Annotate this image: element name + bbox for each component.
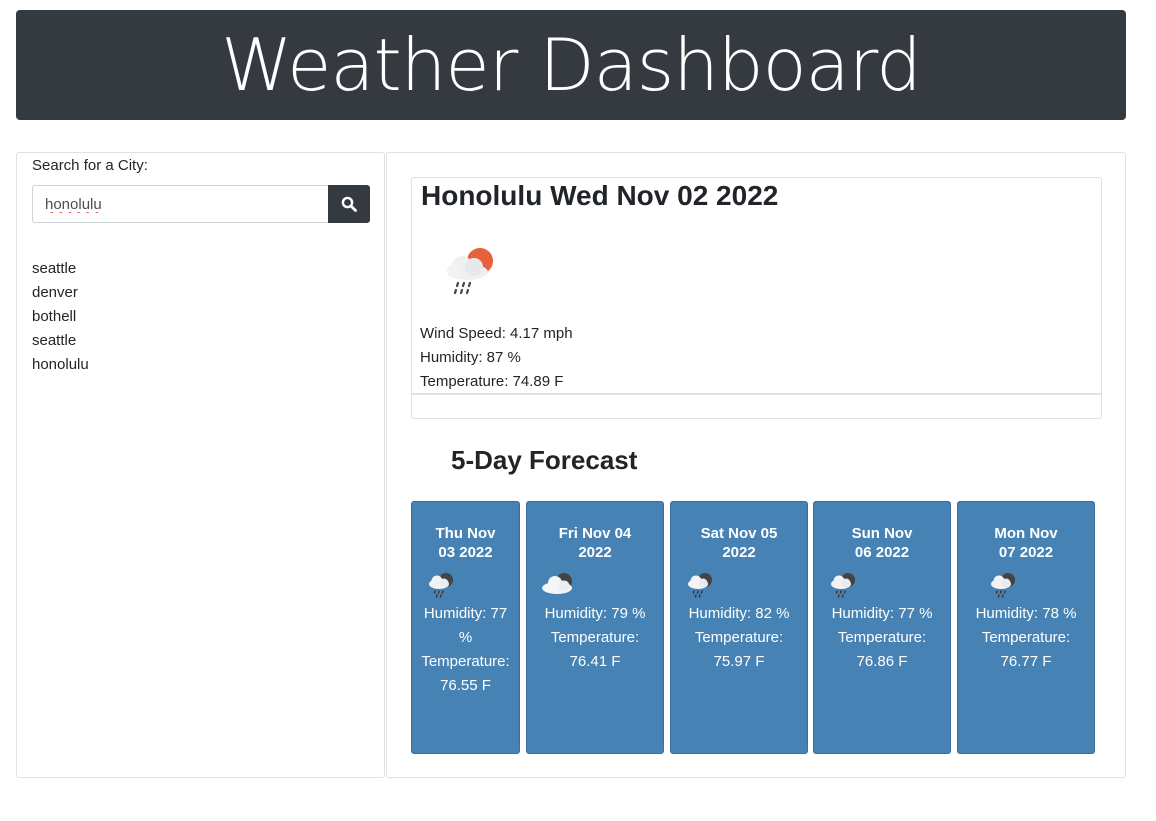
forecast-card: Fri Nov 04 2022 Humidity: 79 % Temperatu…: [526, 501, 664, 754]
forecast-humidity: Humidity: 77 %: [423, 605, 508, 646]
rain-cloud-icon: [429, 573, 453, 598]
forecast-date: Fri Nov 04 2022: [558, 525, 632, 561]
search-input[interactable]: [32, 185, 328, 223]
forecast-date: Mon Nov 07 2022: [994, 525, 1058, 561]
forecast-temperature: Temperature: 76.41 F: [550, 629, 640, 670]
search-button[interactable]: [328, 185, 370, 223]
forecast-temperature: Temperature: 75.97 F: [694, 629, 784, 670]
forecast-humidity: Humidity: 78 %: [975, 605, 1077, 622]
forecast-temperature: Temperature: 76.77 F: [981, 629, 1071, 670]
sun-cloud-rain-icon: [447, 248, 493, 295]
wind-speed: Wind Speed: 4.17 mph: [420, 325, 573, 342]
forecast-date: Sun Nov 06 2022: [851, 525, 913, 561]
humidity: Humidity: 87 %: [420, 349, 521, 366]
search-sidebar: Search for a City: seattle denver bothel…: [16, 152, 385, 778]
current-weather-card: Honolulu Wed Nov 02 2022 Wind Speed: 4.1…: [411, 177, 1102, 419]
forecast-temperature: Temperature: 76.86 F: [837, 629, 927, 670]
header-banner: Weather Dashboard: [16, 10, 1126, 120]
page-title: Weather Dashboard: [221, 23, 922, 107]
forecast-humidity: Humidity: 82 %: [688, 605, 790, 622]
forecast-card: Sat Nov 05 2022 Humidity: 82 % Temperatu…: [670, 501, 808, 754]
forecast-humidity: Humidity: 77 %: [831, 605, 933, 622]
history-item[interactable]: seattle: [32, 329, 89, 353]
rain-cloud-icon: [991, 573, 1015, 598]
card-divider: [412, 393, 1101, 395]
history-item[interactable]: denver: [32, 281, 89, 305]
forecast-humidity: Humidity: 79 %: [544, 605, 646, 622]
history-item[interactable]: bothell: [32, 305, 89, 329]
forecast-card: Sun Nov 06 2022 Humidity: 77 % Temperatu…: [813, 501, 951, 754]
current-stats: Wind Speed: 4.17 mph Humidity: 87 % Temp…: [420, 322, 573, 394]
forecast-temperature: Temperature: 76.55 F: [421, 653, 510, 694]
forecast-date: Thu Nov 03 2022: [435, 525, 496, 561]
search-label: Search for a City:: [32, 157, 148, 174]
forecast-card: Mon Nov 07 2022 Humidity: 78 % Temperatu…: [957, 501, 1095, 754]
current-city-date: Honolulu Wed Nov 02 2022: [421, 180, 779, 211]
history-item[interactable]: seattle: [32, 257, 89, 281]
forecast-title: 5-Day Forecast: [451, 445, 638, 475]
cloud-icon: [542, 573, 572, 594]
search-row: [32, 185, 370, 223]
rain-cloud-icon: [688, 573, 712, 598]
rain-cloud-icon: [831, 573, 855, 598]
forecast-date: Sat Nov 05 2022: [700, 525, 778, 561]
main-panel: Honolulu Wed Nov 02 2022 Wind Speed: 4.1…: [386, 152, 1126, 778]
search-history-list: seattle denver bothell seattle honolulu: [32, 257, 89, 377]
forecast-card: Thu Nov 03 2022 Humidity: 77 % Temperatu…: [411, 501, 520, 754]
history-item[interactable]: honolulu: [32, 353, 89, 377]
temperature: Temperature: 74.89 F: [420, 373, 564, 390]
search-icon: [341, 196, 357, 212]
